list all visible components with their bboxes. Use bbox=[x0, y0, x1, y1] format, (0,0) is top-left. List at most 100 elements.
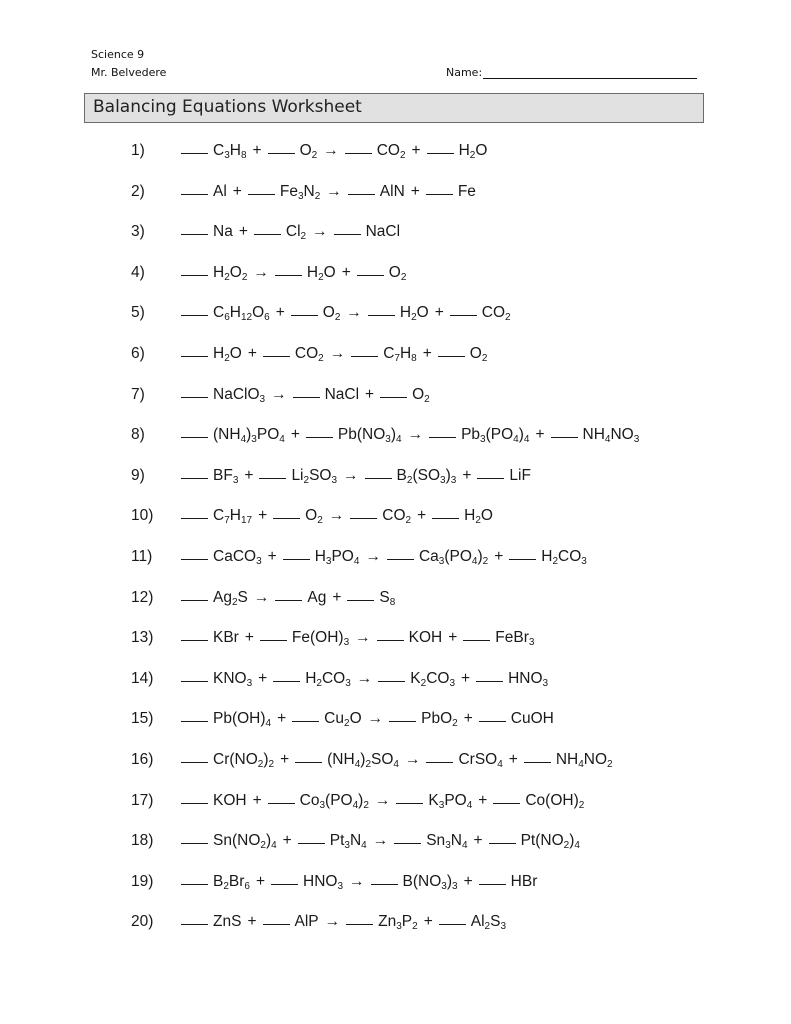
coefficient-blank[interactable] bbox=[271, 883, 299, 885]
coefficient-blank[interactable] bbox=[476, 680, 504, 682]
coefficient-blank[interactable] bbox=[367, 314, 395, 317]
coefficient-blank[interactable] bbox=[438, 923, 466, 926]
coefficient-blank[interactable] bbox=[273, 680, 301, 682]
coefficient-blank[interactable] bbox=[394, 842, 422, 845]
coefficient-blank[interactable] bbox=[478, 720, 506, 723]
coefficient-blank[interactable] bbox=[292, 720, 320, 723]
subscript: 3 bbox=[500, 921, 507, 933]
subscript: 2 bbox=[424, 393, 430, 405]
coefficient-blank[interactable] bbox=[463, 639, 491, 642]
coefficient-blank[interactable] bbox=[181, 761, 208, 763]
coefficient-blank[interactable] bbox=[380, 396, 408, 398]
coefficient-blank[interactable] bbox=[181, 558, 208, 560]
coefficient-blank[interactable] bbox=[550, 436, 578, 439]
coefficient-blank[interactable] bbox=[181, 193, 208, 195]
coefficient-blank[interactable] bbox=[181, 599, 208, 601]
coefficient-blank[interactable] bbox=[478, 883, 506, 885]
equation-number: 16) bbox=[131, 751, 154, 768]
coefficient-blank[interactable] bbox=[477, 477, 505, 479]
formula-text: S bbox=[490, 913, 501, 931]
coefficient-blank[interactable] bbox=[333, 233, 361, 236]
coefficient-blank[interactable] bbox=[425, 193, 453, 195]
coefficient-blank[interactable] bbox=[181, 477, 208, 479]
coefficient-blank[interactable] bbox=[273, 517, 301, 520]
coefficient-blank[interactable] bbox=[396, 802, 424, 804]
subscript: 2 bbox=[505, 312, 511, 324]
arrow-icon: → bbox=[324, 913, 341, 931]
coefficient-blank[interactable] bbox=[347, 193, 375, 195]
plus-sign: + bbox=[244, 466, 254, 484]
formula-text: PbO bbox=[421, 710, 453, 728]
coefficient-blank[interactable] bbox=[181, 720, 208, 723]
name-blank-line[interactable] bbox=[483, 66, 698, 79]
coefficient-blank[interactable] bbox=[181, 842, 208, 845]
coefficient-blank[interactable] bbox=[493, 802, 521, 804]
coefficient-blank[interactable] bbox=[181, 152, 208, 154]
coefficient-blank[interactable] bbox=[274, 274, 302, 276]
coefficient-blank[interactable] bbox=[290, 314, 318, 317]
coefficient-blank[interactable] bbox=[282, 558, 310, 560]
coefficient-blank[interactable] bbox=[259, 477, 287, 479]
coefficient-blank[interactable] bbox=[181, 923, 208, 926]
coefficient-blank[interactable] bbox=[267, 152, 295, 154]
coefficient-blank[interactable] bbox=[426, 152, 454, 154]
formula-text: CO bbox=[426, 669, 450, 687]
coefficient-blank[interactable] bbox=[262, 355, 290, 357]
coefficient-blank[interactable] bbox=[346, 923, 374, 926]
coefficient-blank[interactable] bbox=[378, 680, 406, 682]
coefficient-blank[interactable] bbox=[350, 517, 378, 520]
coefficient-blank[interactable] bbox=[181, 680, 208, 682]
coefficient-blank[interactable] bbox=[292, 396, 320, 398]
coefficient-blank[interactable] bbox=[305, 436, 333, 439]
arrow-icon: → bbox=[328, 507, 345, 525]
coefficient-blank[interactable] bbox=[275, 599, 303, 601]
coefficient-blank[interactable] bbox=[509, 558, 537, 560]
coefficient-blank[interactable] bbox=[181, 517, 208, 520]
coefficient-blank[interactable] bbox=[386, 558, 414, 560]
coefficient-blank[interactable] bbox=[376, 639, 404, 642]
plus-sign: + bbox=[410, 182, 420, 200]
coefficient-blank[interactable] bbox=[344, 152, 372, 154]
coefficient-blank[interactable] bbox=[181, 355, 208, 357]
chemical-formula: H2O bbox=[459, 142, 488, 161]
formula-text: CO bbox=[382, 507, 406, 525]
coefficient-blank[interactable] bbox=[181, 883, 208, 885]
coefficient-blank[interactable] bbox=[437, 355, 465, 357]
coefficient-blank[interactable] bbox=[429, 436, 457, 439]
coefficient-blank[interactable] bbox=[426, 761, 454, 763]
coefficient-blank[interactable] bbox=[181, 314, 208, 317]
coefficient-blank[interactable] bbox=[389, 720, 417, 723]
subscript: 3 bbox=[528, 637, 535, 649]
coefficient-blank[interactable] bbox=[347, 599, 375, 601]
coefficient-blank[interactable] bbox=[181, 639, 208, 642]
coefficient-blank[interactable] bbox=[449, 314, 477, 317]
coefficient-blank[interactable] bbox=[297, 842, 325, 845]
formula-text: Li bbox=[291, 466, 304, 484]
coefficient-blank[interactable] bbox=[364, 477, 392, 479]
formula-text: HNO bbox=[508, 669, 543, 687]
equation-body: KBr + Fe(OH)3 → KOH + FeBr3 bbox=[181, 629, 540, 649]
coefficient-blank[interactable] bbox=[351, 355, 379, 357]
coefficient-blank[interactable] bbox=[181, 802, 208, 804]
coefficient-blank[interactable] bbox=[523, 761, 551, 763]
coefficient-blank[interactable] bbox=[356, 274, 384, 276]
plus-sign: + bbox=[365, 385, 375, 403]
equation-body: ZnS + AlP → Zn3P2 + Al2S3 bbox=[181, 913, 512, 933]
coefficient-blank[interactable] bbox=[370, 883, 398, 885]
chemical-formula: Na bbox=[213, 223, 233, 241]
coefficient-blank[interactable] bbox=[259, 639, 287, 642]
coefficient-blank[interactable] bbox=[181, 233, 208, 236]
coefficient-blank[interactable] bbox=[181, 396, 208, 398]
coefficient-blank[interactable] bbox=[295, 761, 323, 763]
chemical-formula: H2CO3 bbox=[541, 548, 587, 567]
coefficient-blank[interactable] bbox=[262, 923, 290, 926]
coefficient-blank[interactable] bbox=[181, 436, 208, 439]
coefficient-blank[interactable] bbox=[253, 233, 281, 236]
coefficient-blank[interactable] bbox=[247, 193, 275, 195]
chemical-formula: Al2S3 bbox=[471, 913, 507, 933]
coefficient-blank[interactable] bbox=[488, 842, 516, 845]
chemical-formula: B2(SO3)3 bbox=[397, 467, 457, 486]
coefficient-blank[interactable] bbox=[181, 274, 208, 276]
coefficient-blank[interactable] bbox=[432, 517, 460, 520]
coefficient-blank[interactable] bbox=[267, 802, 295, 804]
